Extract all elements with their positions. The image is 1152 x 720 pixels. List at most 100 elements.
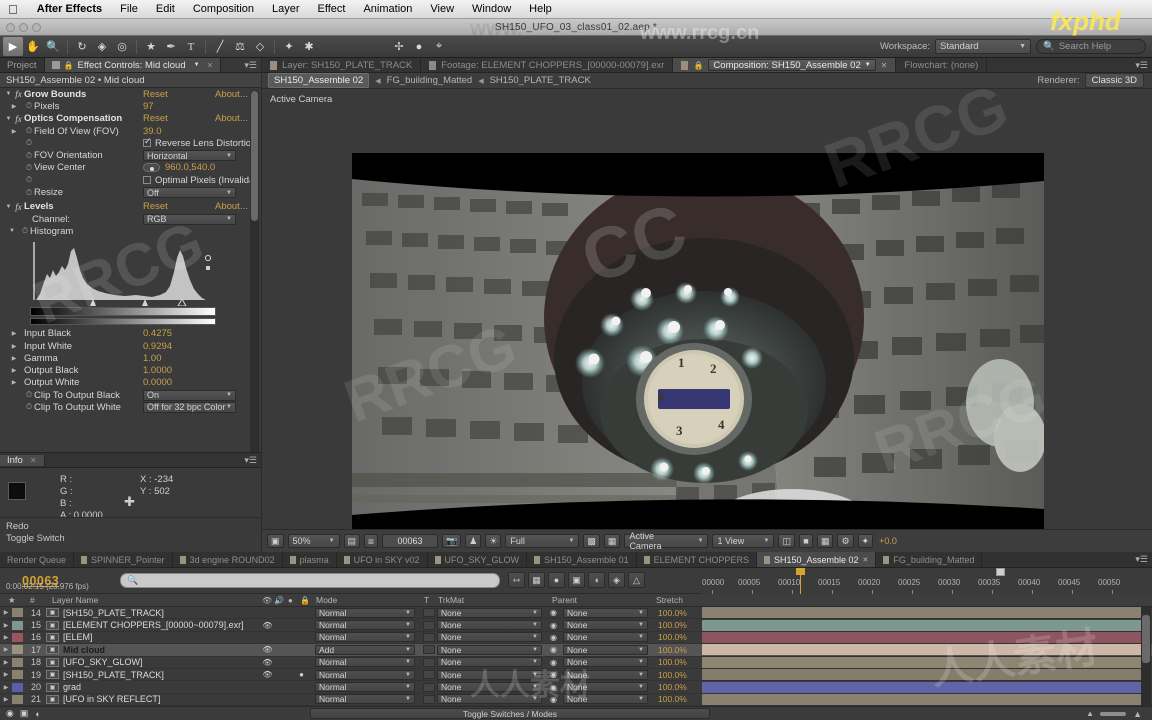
preserve-transparency-toggle[interactable] (423, 632, 435, 642)
layer-color-swatch[interactable] (12, 608, 23, 618)
transparency-grid-icon[interactable]: ▦ (603, 534, 621, 548)
stretch-value[interactable]: 100.0% (658, 682, 687, 692)
view-layout-select[interactable]: 1 View ▼ (712, 534, 775, 548)
blend-mode-select[interactable]: Normal ▼ (315, 694, 415, 705)
exposure-value[interactable]: +0.0 (879, 536, 897, 546)
stopwatch-icon[interactable]: ⏱ (24, 402, 34, 412)
table-row[interactable]: ▶ 15 ▣ [ELEMENT CHOPPERS_[00000~00079].exr]… (0, 619, 1152, 632)
stopwatch-icon[interactable]: ⏱ (20, 226, 30, 236)
tab-project[interactable]: Project (0, 58, 45, 72)
disclosure-triangle-icon[interactable]: ▶ (0, 659, 12, 666)
timeline-search-input[interactable]: 🔍 (120, 573, 500, 588)
parent-pickwhip-icon[interactable]: ◉ (550, 683, 557, 692)
panel-menu-icon[interactable]: ▾☰ (1131, 552, 1152, 567)
parent-select[interactable]: None ▼ (563, 682, 648, 693)
frame-blending-icon[interactable]: ▣ (568, 572, 585, 588)
stretch-value[interactable]: 100.0% (658, 694, 687, 704)
tab-sh150-assemble-02[interactable]: SH150_Assemble 02 ✕ (756, 552, 877, 567)
reverse-lens-checkbox-group[interactable]: Reverse Lens Distortion (143, 136, 256, 149)
param-resize[interactable]: ⏱ Resize Off ▼ (0, 186, 261, 199)
zoom-in-icon[interactable]: ▲ (1133, 709, 1142, 719)
zoom-out-icon[interactable]: ▲ (1086, 709, 1094, 718)
param-gamma[interactable]: ▶ Gamma 1.00 (0, 352, 261, 364)
toggle-shy-icon[interactable]: ◉ (0, 708, 14, 719)
disclosure-triangle-icon[interactable]: ▶ (0, 609, 12, 616)
tab-plasma[interactable]: plasma (282, 552, 337, 567)
point-picker-icon[interactable] (143, 163, 160, 173)
track-matte-select[interactable]: None ▼ (437, 657, 542, 668)
output-gradient-bar[interactable] (30, 317, 216, 325)
param-fov-orientation[interactable]: ⏱ FOV Orientation Horizontal ▼ (0, 149, 261, 162)
brainstorm-icon[interactable]: ◈ (608, 572, 625, 588)
pan-behind-tool-icon[interactable]: ◎ (112, 37, 132, 56)
param-value[interactable]: 97 (143, 101, 154, 112)
layer-color-swatch[interactable] (12, 682, 23, 692)
stretch-value[interactable]: 100.0% (658, 608, 687, 618)
param-view-center[interactable]: ⏱ View Center 960.0,540.0 (0, 162, 261, 174)
track-matte-select[interactable]: None ▼ (437, 694, 542, 705)
stopwatch-icon[interactable]: ⏱ (24, 126, 34, 136)
view-camera-select[interactable]: Active Camera ▼ (624, 531, 709, 551)
clone-stamp-tool-icon[interactable]: ⚖ (230, 37, 250, 56)
stretch-value[interactable]: 100.0% (658, 645, 687, 655)
disclosure-triangle-icon[interactable]: ▶ (0, 646, 12, 653)
layer-color-swatch[interactable] (12, 620, 23, 630)
marker-icon[interactable] (996, 568, 1005, 576)
layer-color-swatch[interactable] (12, 694, 23, 704)
parent-pickwhip-icon[interactable]: ◉ (550, 608, 557, 617)
optimal-pixels-checkbox-group[interactable]: Optimal Pixels (Invalidat (143, 175, 257, 186)
renderer-value[interactable]: Classic 3D (1084, 73, 1144, 88)
tab-fg-building-matted[interactable]: FG_building_Matted (876, 552, 983, 567)
eye-icon[interactable]: 👁 (262, 621, 273, 630)
table-row[interactable]: ▶ 14 ▣ [SH150_PLATE_TRACK] Normal ▼ None ▼ ◉ None… (0, 607, 1152, 620)
track-matte-select[interactable]: None ▼ (437, 632, 542, 643)
layer-duration-bar[interactable] (702, 607, 1142, 619)
disclosure-triangle-icon[interactable]: ▶ (0, 671, 12, 678)
disclosure-triangle-icon[interactable]: ▶ (0, 622, 12, 629)
composition-render[interactable]: 1 2 4 3 6 CC (352, 153, 1044, 549)
param-value[interactable]: 1.0000 (143, 365, 172, 376)
chevron-down-icon[interactable]: ▼ (194, 62, 200, 68)
disclosure-triangle-icon[interactable]: ▶ (0, 684, 12, 691)
param-pixels[interactable]: ▶ ⏱ Pixels 97 (0, 100, 261, 112)
blend-mode-select[interactable]: Normal ▼ (315, 632, 415, 643)
disclosure-triangle-icon[interactable]: ▶ (0, 696, 12, 703)
layer-duration-bar[interactable] (702, 656, 1142, 668)
shape-tool-icon[interactable]: ★ (141, 37, 161, 56)
brush-tool-icon[interactable]: ╱ (210, 37, 230, 56)
selection-tool-icon[interactable]: ▶ (3, 37, 23, 56)
param-value[interactable]: 0.0000 (143, 377, 172, 388)
disclosure-triangle-icon[interactable]: ▼ (4, 116, 13, 122)
blend-mode-select[interactable]: Normal ▼ (315, 607, 415, 618)
blend-mode-select[interactable]: Add ▼ (315, 644, 415, 655)
menu-item-view[interactable]: View (421, 0, 463, 19)
exposure-reset-icon[interactable]: ✦ (857, 534, 874, 548)
layer-color-swatch[interactable] (12, 657, 23, 667)
layer-name[interactable]: [UFO in SKY REFLECT] (63, 694, 160, 704)
menu-item-animation[interactable]: Animation (354, 0, 421, 19)
reset-link[interactable]: Reset (143, 201, 168, 212)
view-center-value[interactable]: 960.0,540.0 (165, 162, 215, 173)
tab-footage-viewer[interactable]: Footage: ELEMENT CHOPPERS_[00000-00079].… (421, 58, 674, 72)
graph-editor-icon[interactable]: △ (628, 572, 645, 588)
track-matte-select[interactable]: None ▼ (437, 682, 542, 693)
effect-optics-compensation[interactable]: ▼ fx Optics Compensation Reset About... (0, 113, 261, 125)
pen-tool-icon[interactable]: ✒ (161, 37, 181, 56)
parent-select[interactable]: None ▼ (563, 644, 648, 655)
parent-select[interactable]: None ▼ (563, 620, 648, 631)
param-output-white[interactable]: ▶ Output White 0.0000 (0, 377, 261, 389)
reset-link[interactable]: Reset (143, 113, 168, 124)
parent-pickwhip-icon[interactable]: ◉ (550, 633, 557, 642)
fast-previews-icon[interactable]: ■ (798, 534, 813, 548)
panel-menu-icon[interactable]: ▾☰ (240, 58, 261, 72)
layer-duration-bar[interactable] (702, 681, 1142, 693)
parent-pickwhip-icon[interactable]: ◉ (550, 658, 557, 667)
parent-select[interactable]: None ▼ (563, 607, 648, 618)
param-histogram[interactable]: ▼ ⏱ Histogram (0, 225, 261, 237)
dot-icon[interactable]: ● (409, 37, 429, 56)
disclosure-triangle-icon[interactable]: ▶ (4, 103, 24, 110)
breadcrumb-item-1[interactable]: FG_building_Matted (387, 75, 473, 86)
search-help-input[interactable]: 🔍 Search Help (1036, 39, 1146, 54)
parent-select[interactable]: None ▼ (563, 669, 648, 680)
rotation-tool-icon[interactable]: ↻ (72, 37, 92, 56)
